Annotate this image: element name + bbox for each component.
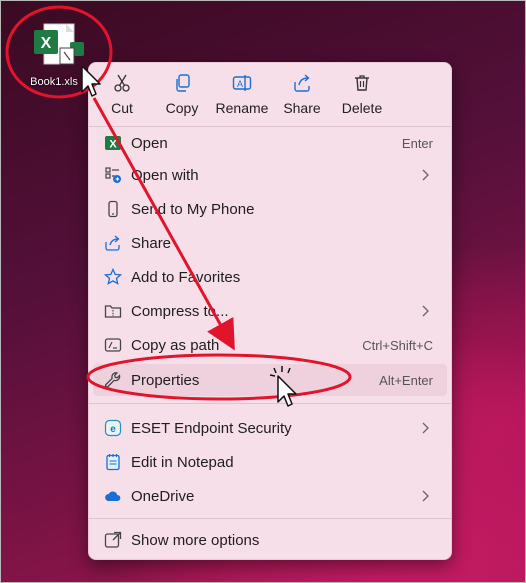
menu-item-eset[interactable]: e ESET Endpoint Security xyxy=(93,412,447,444)
eset-label: ESET Endpoint Security xyxy=(131,419,292,437)
svg-text:X: X xyxy=(41,35,52,52)
copy-button[interactable]: Copy xyxy=(153,71,211,119)
menu-item-edit-notepad[interactable]: Edit in Notepad xyxy=(93,446,447,478)
star-icon xyxy=(104,268,122,285)
excel-icon: X xyxy=(105,136,121,151)
delete-label: Delete xyxy=(341,100,383,116)
svg-text:e: e xyxy=(110,424,116,435)
menu-item-compress[interactable]: Compress to... xyxy=(93,295,447,327)
menu-item-copy-path[interactable]: Copy as path Ctrl+Shift+C xyxy=(93,329,447,361)
edit-notepad-label: Edit in Notepad xyxy=(131,453,234,471)
chevron-right-icon xyxy=(422,422,429,434)
rename-label: Rename xyxy=(215,100,269,116)
notepad-icon xyxy=(106,454,120,471)
open-with-icon xyxy=(105,167,121,183)
open-with-label: Open with xyxy=(131,166,199,184)
trash-icon xyxy=(355,75,369,91)
menu-item-open-with[interactable]: Open with xyxy=(93,159,447,191)
share-icon xyxy=(294,74,310,92)
copy-path-icon xyxy=(104,338,122,352)
menu-item-show-more-options[interactable]: Show more options xyxy=(93,524,447,556)
copy-path-label: Copy as path xyxy=(131,336,220,354)
wrench-icon xyxy=(104,372,121,388)
click-cursor-icon xyxy=(269,366,297,407)
chevron-right-icon xyxy=(422,305,429,317)
properties-shortcut: Alt+Enter xyxy=(379,372,433,388)
properties-label: Properties xyxy=(131,371,200,389)
share-label: Share xyxy=(131,234,172,252)
zip-folder-icon xyxy=(104,305,122,318)
onedrive-label: OneDrive xyxy=(131,487,195,505)
onedrive-cloud-icon xyxy=(105,491,121,501)
menu-item-onedrive[interactable]: OneDrive xyxy=(93,480,447,512)
open-shortcut: Enter xyxy=(401,135,433,151)
copy-label: Copy xyxy=(165,100,199,116)
add-favorites-label: Add to Favorites xyxy=(131,268,241,286)
share-icon xyxy=(105,235,120,251)
chevron-right-icon xyxy=(422,490,429,502)
scissors-icon xyxy=(114,74,130,92)
menu-item-send-to-phone[interactable]: Send to My Phone xyxy=(93,193,447,225)
rename-icon: A xyxy=(232,75,252,91)
delete-button[interactable]: Delete xyxy=(333,71,391,119)
phone-icon xyxy=(108,200,118,218)
context-menu: Cut Copy A Rename Share Delete X Open En… xyxy=(88,62,452,560)
menu-item-share[interactable]: Share xyxy=(93,227,447,259)
copy-icon xyxy=(176,74,190,92)
svg-text:X: X xyxy=(109,139,117,151)
share-toolbar-label: Share xyxy=(283,100,321,116)
rename-button[interactable]: A Rename xyxy=(213,71,271,119)
share-toolbar-button[interactable]: Share xyxy=(273,71,331,119)
excel-file-icon[interactable]: X xyxy=(30,22,86,74)
compress-label: Compress to... xyxy=(131,302,229,320)
open-label: Open xyxy=(131,134,168,152)
menu-separator xyxy=(89,518,451,519)
file-name-label: Book1.xls xyxy=(30,76,78,88)
menu-item-add-favorites[interactable]: Add to Favorites xyxy=(93,261,447,293)
cut-label: Cut xyxy=(111,100,133,116)
show-more-options-label: Show more options xyxy=(131,531,260,549)
svg-text:A: A xyxy=(237,79,243,89)
chevron-right-icon xyxy=(422,169,429,181)
mouse-cursor-icon xyxy=(81,65,101,97)
menu-item-open[interactable]: X Open Enter xyxy=(93,127,447,159)
eset-icon: e xyxy=(104,419,122,437)
send-to-phone-label: Send to My Phone xyxy=(131,200,255,218)
copy-path-shortcut: Ctrl+Shift+C xyxy=(362,337,433,353)
more-options-icon xyxy=(104,531,122,548)
context-toolbar: Cut Copy A Rename Share Delete xyxy=(89,63,451,125)
